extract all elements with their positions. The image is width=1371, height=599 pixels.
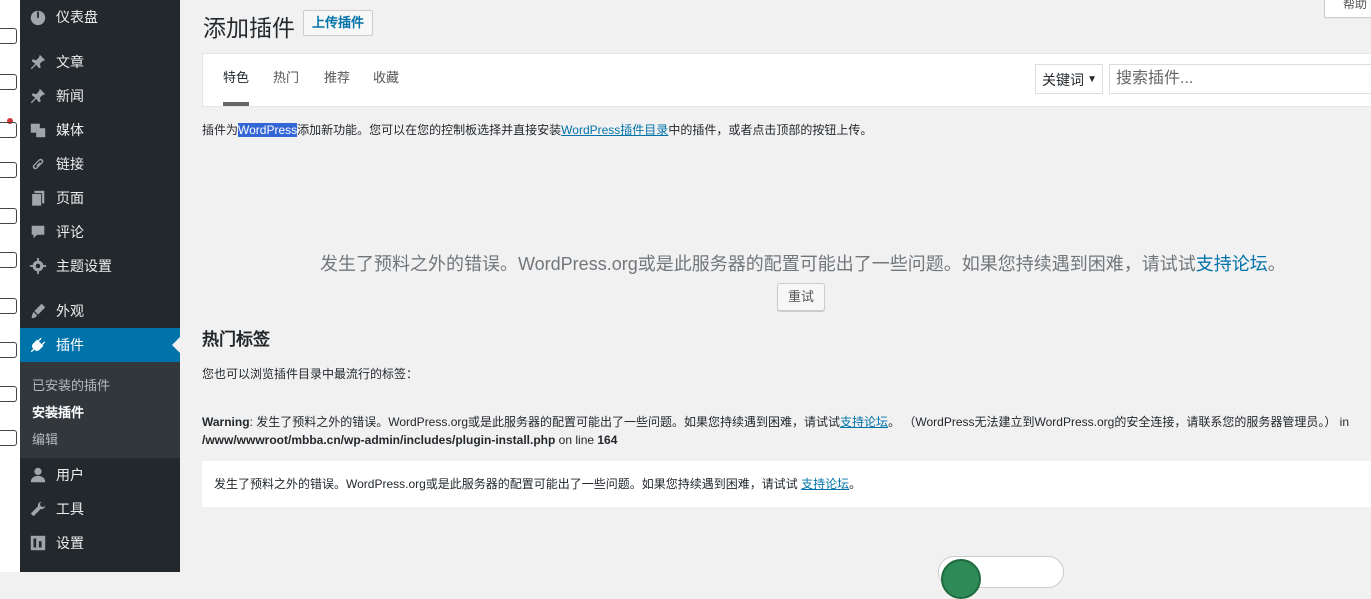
warning-path: /www/wwwroot/mbba.cn/wp-admin/includes/p… [202, 433, 556, 447]
submenu-add-plugins[interactable]: 安装插件 [32, 402, 84, 421]
strip-icon[interactable] [0, 386, 17, 402]
plugins-submenu: 已安装的插件 安装插件 编辑 [20, 362, 180, 458]
notice-support-link[interactable]: 支持论坛 [801, 477, 849, 491]
notice-text: 发生了预料之外的错误。WordPress.org或是此服务器的配置可能出了一些问… [214, 477, 802, 491]
error-notice: 发生了预料之外的错误。WordPress.org或是此服务器的配置可能出了一些问… [202, 461, 1371, 507]
strip-icon[interactable] [0, 122, 17, 138]
menu-item-label: 用户 [56, 467, 84, 483]
intro-after: 中的插件，或者点击顶部的按钮上传。 [668, 123, 873, 137]
plugin-directory-link[interactable]: WordPress插件目录 [561, 123, 668, 137]
widget-ball-icon [941, 559, 981, 599]
strip-icon[interactable] [0, 252, 17, 268]
retry-button[interactable]: 重试 [777, 283, 825, 311]
menu-item-label: 新闻 [56, 88, 84, 104]
menu-item-label: 仪表盘 [56, 9, 98, 25]
menu-item-label: 主题设置 [56, 258, 112, 274]
warning-text2: 。 （WordPress无法建立到WordPress.org的安全连接，请联系您… [888, 415, 1350, 429]
left-app-strip [0, 0, 21, 572]
floating-widget[interactable] [938, 556, 1064, 599]
tab-popular[interactable]: 热门 [273, 54, 299, 104]
upload-plugin-button[interactable]: 上传插件 [303, 10, 374, 36]
brush-icon [28, 301, 48, 321]
media-icon [28, 120, 48, 140]
warning-text: : 发生了预料之外的错误。WordPress.org或是此服务器的配置可能出了一… [249, 415, 841, 429]
dashboard-icon [28, 7, 48, 27]
admin-menu: 仪表盘 文章 新闻 媒体 链接 页面 评论 主题设置 外观 插件 已安装的插件 … [20, 0, 180, 572]
menu-item-label: 外观 [56, 303, 84, 319]
user-icon [28, 465, 48, 485]
menu-item-posts[interactable]: 文章 [20, 45, 180, 79]
intro-middle: 添加新功能。您可以在您的控制板选择并直接安装 [297, 123, 562, 137]
tab-recommended[interactable]: 推荐 [324, 54, 350, 104]
comment-icon [28, 222, 48, 242]
menu-item-media[interactable]: 媒体 [20, 113, 180, 147]
menu-item-tools[interactable]: 工具 [20, 492, 180, 526]
page-icon [28, 188, 48, 208]
submenu-installed-plugins[interactable]: 已安装的插件 [32, 375, 110, 394]
strip-icon[interactable] [0, 162, 17, 178]
search-plugins-input[interactable] [1109, 64, 1371, 94]
menu-item-label: 工具 [56, 501, 84, 517]
menu-item-settings[interactable]: 设置 [20, 526, 180, 560]
pin-icon [28, 52, 48, 72]
gear-icon [28, 256, 48, 276]
popular-tags-title: 热门标签 [202, 330, 270, 349]
settings-icon [28, 533, 48, 553]
warning-support-link[interactable]: 支持论坛 [840, 415, 888, 429]
menu-item-users[interactable]: 用户 [20, 458, 180, 492]
menu-item-appearance[interactable]: 外观 [20, 294, 180, 328]
search-type-select[interactable]: 关键词 ▼ [1035, 64, 1103, 94]
warning-line: 164 [597, 433, 618, 447]
menu-item-dashboard[interactable]: 仪表盘 [20, 0, 180, 34]
error-end: 。 [1267, 254, 1286, 274]
menu-item-label: 插件 [56, 337, 84, 353]
strip-icon[interactable] [0, 342, 17, 358]
strip-icon[interactable] [0, 208, 17, 224]
tab-favorites[interactable]: 收藏 [373, 54, 399, 104]
intro-before: 插件为 [202, 123, 239, 137]
help-tab-button[interactable]: 帮助 [1324, 0, 1371, 18]
support-forum-link[interactable]: 支持论坛 [1196, 254, 1268, 274]
menu-item-comments[interactable]: 评论 [20, 215, 180, 249]
menu-item-label: 评论 [56, 224, 84, 240]
intro-highlight: WordPress [238, 123, 298, 137]
plugin-icon [28, 335, 48, 355]
wrench-icon [28, 499, 48, 519]
notice-end: 。 [849, 477, 862, 491]
strip-icon[interactable] [0, 28, 17, 44]
menu-item-label: 设置 [56, 535, 84, 551]
menu-item-theme-settings[interactable]: 主题设置 [20, 249, 180, 283]
error-message: 发生了预料之外的错误。WordPress.org或是此服务器的配置可能出了一些问… [320, 250, 1286, 276]
menu-item-label: 文章 [56, 54, 84, 70]
strip-icon[interactable] [0, 298, 17, 314]
menu-item-label: 媒体 [56, 122, 84, 138]
menu-item-plugins[interactable]: 插件 [20, 328, 180, 362]
menu-item-label: 页面 [56, 190, 84, 206]
page-title: 添加插件 [203, 15, 295, 41]
plugin-filter-bar: 特色 热门 推荐 收藏 关键词 ▼ [202, 53, 1371, 107]
strip-icon[interactable] [0, 74, 17, 90]
submenu-editor[interactable]: 编辑 [32, 429, 58, 448]
error-text: 发生了预料之外的错误。WordPress.org或是此服务器的配置可能出了一些问… [320, 254, 1196, 274]
tab-featured[interactable]: 特色 [223, 54, 250, 106]
popular-tags-desc: 您也可以浏览插件目录中最流行的标签： [202, 367, 419, 381]
menu-item-label: 链接 [56, 156, 84, 172]
warning-label: Warning [202, 415, 250, 429]
chevron-down-icon: ▼ [1087, 74, 1097, 85]
intro-text: 插件为WordPress添加新功能。您可以在您的控制板选择并直接安装WordPr… [202, 121, 872, 138]
link-icon [28, 154, 48, 174]
pin-icon [28, 86, 48, 106]
menu-item-pages[interactable]: 页面 [20, 181, 180, 215]
warning-online: on line [555, 433, 598, 447]
menu-item-news[interactable]: 新闻 [20, 79, 180, 113]
search-type-value: 关键词 [1042, 72, 1084, 88]
php-warning: Warning: 发生了预料之外的错误。WordPress.org或是此服务器的… [202, 413, 1371, 449]
menu-item-links[interactable]: 链接 [20, 147, 180, 181]
strip-icon[interactable] [0, 430, 17, 446]
